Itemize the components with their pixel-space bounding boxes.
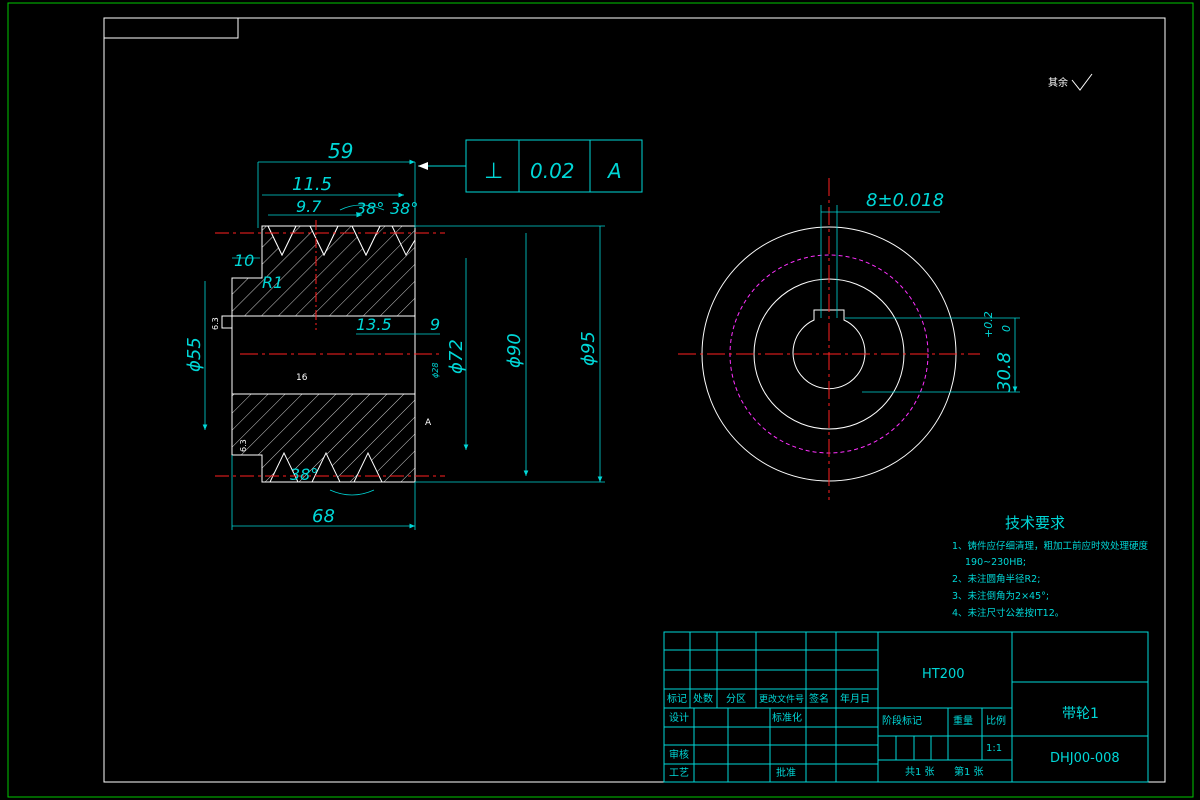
end-view: 8±0.018 30.8 +0.2 0 (678, 178, 1020, 500)
tech-req-item-3: 3、未注倒角为2×45°; (952, 590, 1049, 602)
dim-arc-38-bottom (329, 489, 375, 496)
tech-req-item-2: 2、未注圆角半径R2; (952, 573, 1040, 585)
dim-angle-38c: 38° (290, 465, 318, 484)
hdr-zone: 分区 (726, 693, 746, 705)
tolerance-datum: A (606, 159, 622, 183)
lbl-process: 工艺 (669, 767, 689, 779)
hdr-change-doc: 更改文件号 (759, 693, 804, 705)
tech-req-item-1b: 190~230HB; (965, 557, 1026, 568)
dim-10: 10 (234, 251, 254, 270)
dim-bore-small: ϕ28 (431, 363, 440, 378)
hdr-date: 年月日 (840, 692, 870, 705)
tech-req-item-4: 4、未注尺寸公差按IT12。 (952, 607, 1064, 619)
outer-border (7, 2, 1194, 798)
tolerance-arrow-icon (418, 162, 428, 170)
keyway-notch (221, 315, 233, 329)
tolerance-frame: ⊥ 0.02 A (418, 139, 643, 193)
roughness-16: 16 (296, 373, 308, 383)
drawing-number: DHJ00-008 (1050, 751, 1120, 766)
dim-59: 59 (328, 139, 353, 163)
roughness-note: 其余 (1048, 73, 1093, 91)
dim-68: 68 (312, 506, 335, 527)
tolerance-symbol: ⊥ (484, 159, 503, 184)
dim-11-5: 11.5 (292, 174, 332, 195)
hdr-mark: 标记 (667, 693, 687, 705)
scale-value: 1:1 (986, 743, 1002, 754)
dim-9: 9 (430, 315, 440, 334)
dim-keyway-depth: 30.8 (994, 352, 1015, 392)
dim-keyway-tol-upper: +0.2 (982, 311, 995, 338)
dim-angle-38a: 38° (356, 199, 384, 218)
lbl-approve: 批准 (776, 766, 796, 779)
roughness-6-3-b: 6.3 (239, 439, 248, 452)
part-name: 带轮1 (1062, 706, 1099, 722)
dim-dia-72: ϕ72 (446, 339, 467, 374)
dim-keyway-width: 8±0.018 (866, 190, 944, 211)
material: HT200 (922, 667, 965, 682)
dim-dia-90: ϕ90 (504, 333, 525, 368)
dim-keyway-tol-lower: 0 (1000, 325, 1013, 332)
lbl-design: 设计 (669, 711, 689, 724)
lbl-scale: 比例 (986, 714, 1006, 727)
dim-9-7: 9.7 (296, 197, 322, 216)
roughness-note-text: 其余 (1048, 76, 1068, 89)
tech-req-title: 技术要求 (1005, 514, 1065, 532)
roughness-6-3-a: 6.3 (211, 317, 220, 330)
corner-box (103, 17, 239, 39)
hdr-sign: 签名 (809, 692, 829, 705)
dim-dia-95: ϕ95 (578, 331, 599, 366)
lbl-review: 审核 (669, 748, 689, 761)
dim-13-5: 13.5 (356, 315, 392, 334)
roughness-check-icon (1071, 73, 1093, 91)
lbl-weight: 重量 (953, 714, 973, 727)
section-view: 59 11.5 9.7 38° 38° 10 R1 13.5 9 ϕ55 ϕ72… (184, 139, 643, 530)
hdr-count: 处数 (693, 692, 713, 705)
datum-a-flag: A (425, 418, 432, 428)
dim-r1: R1 (262, 273, 283, 292)
dim-dia-55: ϕ55 (184, 337, 205, 372)
tolerance-value: 0.02 (530, 159, 575, 183)
lbl-stage-mark: 阶段标记 (882, 714, 922, 727)
lbl-standardization: 标准化 (772, 711, 802, 724)
tech-req-item-1: 1、铸件应仔细清理，粗加工前应时效处理硬度 (952, 540, 1149, 552)
dim-angle-38b: 38° (390, 199, 418, 218)
sheets-total: 共1 张 (905, 766, 935, 778)
drawing-canvas: 其余 59 11.5 9.7 38° 38° 10 R1 13.5 9 ϕ55 … (7, 2, 1194, 798)
sheet-number: 第1 张 (954, 765, 984, 778)
title-block-text: HT200 带轮1 DHJ00-008 1:1 标记 处数 分区 更改文件号 签… (667, 667, 1120, 779)
tech-requirements: 技术要求 1、铸件应仔细清理，粗加工前应时效处理硬度 190~230HB; 2、… (952, 514, 1149, 619)
